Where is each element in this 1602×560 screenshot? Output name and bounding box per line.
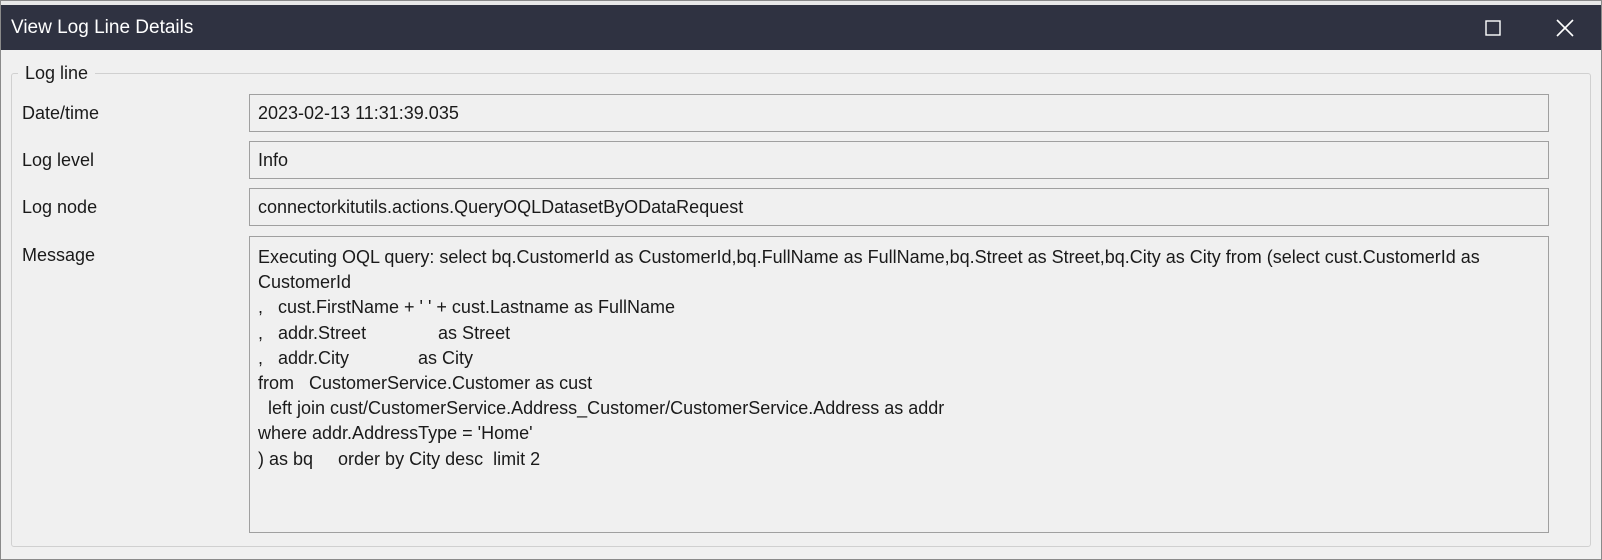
maximize-icon [1485, 19, 1501, 36]
close-button[interactable] [1529, 5, 1601, 50]
log-node-label: Log node [22, 197, 98, 217]
message-label: Message [22, 245, 96, 265]
datetime-label: Date/time [22, 103, 100, 123]
log-level-field[interactable]: Info [249, 141, 1549, 179]
title-bar[interactable]: View Log Line Details [1, 5, 1601, 50]
close-icon [1556, 18, 1574, 37]
message-textarea[interactable]: Executing OQL query: select bq.CustomerI… [249, 236, 1549, 533]
maximize-button[interactable] [1457, 5, 1529, 50]
log-line-details-dialog: View Log Line Details Log line Date/time… [0, 0, 1602, 560]
log-level-label: Log level [22, 150, 95, 170]
dialog-title: View Log Line Details [11, 17, 194, 38]
group-legend: Log line [18, 62, 96, 84]
datetime-field[interactable]: 2023-02-13 11:31:39.035 [249, 94, 1549, 132]
log-node-field[interactable]: connectorkitutils.actions.QueryOQLDatase… [249, 188, 1549, 226]
